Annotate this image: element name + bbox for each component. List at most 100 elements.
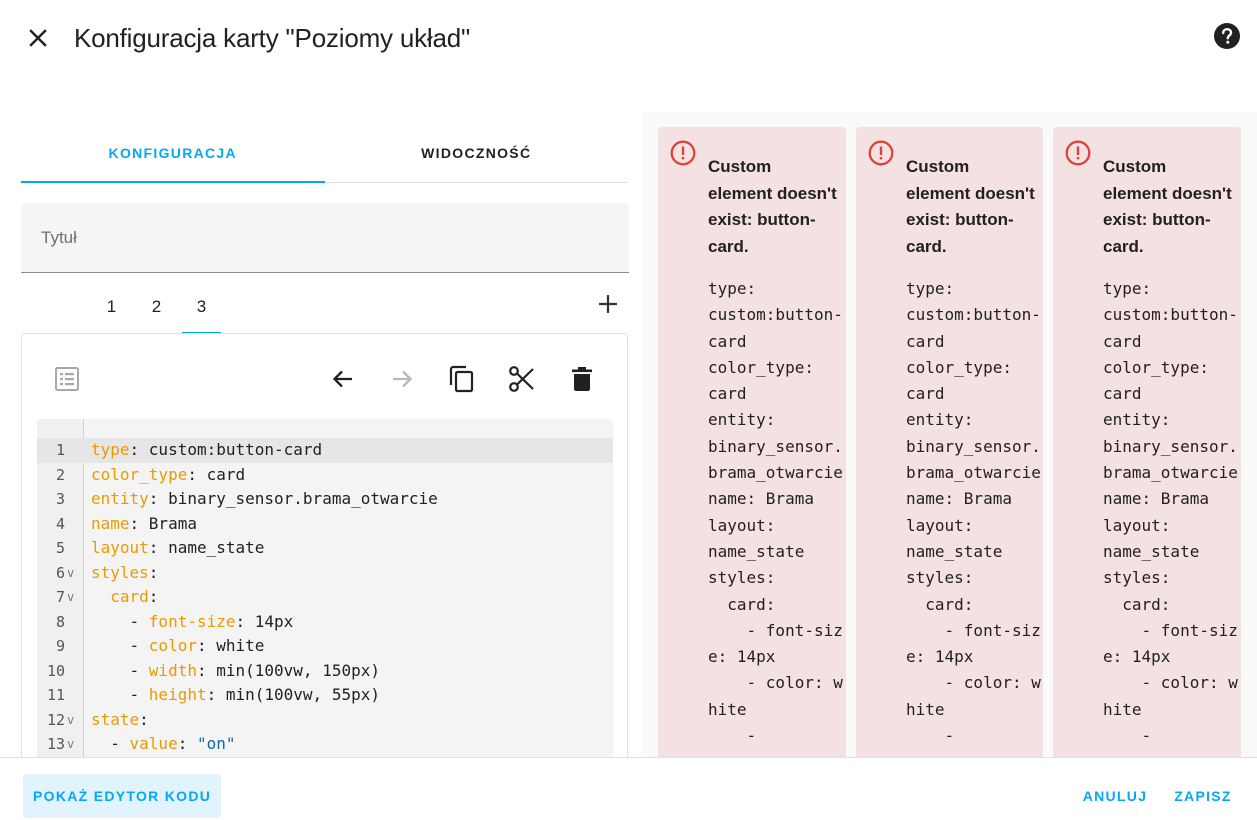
code-line: 5 layout: name_state xyxy=(37,536,613,561)
card-subtabs: 1 2 3 xyxy=(89,280,224,334)
error-title: Custom element doesn't exist: button-car… xyxy=(906,157,1035,256)
code-line: 13 v - value: "on" xyxy=(37,732,613,757)
error-title: Custom element doesn't exist: button-car… xyxy=(1103,157,1232,256)
subtab-card-3[interactable]: 3 xyxy=(179,280,224,334)
yaml-value: name_state xyxy=(168,538,265,557)
code-line: 6 v styles: xyxy=(37,561,613,586)
card-preview: Custom element doesn't exist: button-car… xyxy=(641,112,1257,758)
alert-circle-icon xyxy=(670,140,696,166)
fold-toggle-icon[interactable]: v xyxy=(67,708,74,733)
error-yaml: type: custom:button-card color_type: car… xyxy=(906,279,1041,746)
config-tabs: Konfiguracja Widoczność xyxy=(21,124,628,183)
yaml-key: type xyxy=(91,440,130,459)
close-icon xyxy=(29,29,47,47)
yaml-key: color xyxy=(148,636,197,655)
line-number: 6 xyxy=(55,563,65,582)
yaml-key: value xyxy=(129,734,178,753)
error-card: Custom element doesn't exist: button-car… xyxy=(1053,127,1241,758)
line-number: 8 xyxy=(55,612,65,631)
cancel-button[interactable]: Anuluj xyxy=(1074,774,1156,818)
tab-configuration[interactable]: Konfiguracja xyxy=(21,124,325,183)
code-line: 11 - height: min(100vw, 55px) xyxy=(37,683,613,708)
code-text: layout: name_state xyxy=(91,538,265,557)
line-number: 5 xyxy=(55,539,65,557)
fold-toggle-icon[interactable]: v xyxy=(67,732,74,757)
line-number: 9 xyxy=(55,637,65,655)
line-number: 11 xyxy=(46,686,65,704)
title-field-container xyxy=(21,203,629,273)
show-code-editor-button[interactable]: Pokaż edytor kodu xyxy=(23,774,222,818)
line-number: 4 xyxy=(55,514,65,533)
code-line: 10 - width: min(100vw, 150px) xyxy=(37,659,613,684)
line-number: 10 xyxy=(46,661,65,680)
code-text: color_type: card xyxy=(91,464,246,484)
yaml-value: 14px xyxy=(254,611,294,631)
form-editor-button[interactable] xyxy=(51,363,83,395)
code-text: type: custom:button-card xyxy=(91,440,323,459)
plus-icon xyxy=(599,295,617,313)
fold-toggle-icon[interactable]: v xyxy=(67,561,74,586)
code-line: 2 color_type: card xyxy=(37,463,613,488)
error-title: Custom element doesn't exist: button-car… xyxy=(708,157,837,256)
delete-button[interactable] xyxy=(566,363,598,395)
line-number: 12 xyxy=(46,710,65,729)
code-line: 3 entity: binary_sensor.brama_otwarcie xyxy=(37,487,613,512)
yaml-key: height xyxy=(148,685,207,704)
line-number: 3 xyxy=(55,490,65,508)
yaml-code-editor[interactable]: 1 type: custom:button-card 2 color_type: ca… xyxy=(37,419,613,763)
arrow-left-icon xyxy=(332,370,352,388)
yaml-value: Brama xyxy=(148,513,197,533)
yaml-key: entity xyxy=(91,489,149,508)
line-number: 1 xyxy=(55,441,65,459)
subtab-card-2[interactable]: 2 xyxy=(134,280,179,334)
move-right-button[interactable] xyxy=(386,363,418,395)
line-number: 2 xyxy=(55,465,65,484)
move-left-button[interactable] xyxy=(327,363,359,395)
save-button[interactable]: Zapisz xyxy=(1164,774,1242,818)
code-line: 9 - color: white xyxy=(37,634,613,659)
yaml-key: font-size xyxy=(148,611,236,631)
code-text: - font-size: 14px xyxy=(91,611,294,631)
error-card: Custom element doesn't exist: button-car… xyxy=(658,127,846,758)
error-yaml: type: custom:button-card color_type: car… xyxy=(1103,279,1238,746)
yaml-key: layout xyxy=(91,538,149,557)
error-card: Custom element doesn't exist: button-car… xyxy=(856,127,1043,758)
yaml-key: styles xyxy=(91,562,149,582)
error-yaml: type: custom:button-card color_type: car… xyxy=(708,279,843,746)
line-number: 13 xyxy=(46,735,65,753)
close-button[interactable] xyxy=(22,22,54,54)
code-text: state: xyxy=(91,709,149,729)
yaml-key: state xyxy=(91,709,140,729)
form-editor-icon xyxy=(55,367,79,391)
card-editor: 1 type: custom:button-card 2 color_type: ca… xyxy=(21,333,628,763)
subtab-card-1[interactable]: 1 xyxy=(89,280,134,334)
copy-button[interactable] xyxy=(446,363,478,395)
fold-toggle-icon[interactable]: v xyxy=(67,585,74,610)
yaml-value: binary_sensor.brama_otwarcie xyxy=(168,489,438,508)
code-text: entity: binary_sensor.brama_otwarcie xyxy=(91,489,438,508)
cut-icon xyxy=(509,366,534,392)
code-line: 1 type: custom:button-card xyxy=(37,438,613,463)
copy-icon xyxy=(449,365,474,393)
yaml-key: name xyxy=(91,513,130,533)
alert-circle-icon xyxy=(1065,140,1091,166)
arrow-right-icon xyxy=(393,370,413,388)
add-card-button[interactable] xyxy=(592,288,624,320)
code-line: 8 - font-size: 14px xyxy=(37,610,613,635)
help-button[interactable] xyxy=(1211,20,1243,52)
cut-button[interactable] xyxy=(506,363,538,395)
yaml-value: card xyxy=(206,464,246,484)
yaml-key: width xyxy=(148,660,197,680)
code-text: card: xyxy=(110,587,159,606)
yaml-value: min(100vw, 150px) xyxy=(216,660,380,680)
yaml-key: color_type xyxy=(91,464,188,484)
yaml-value: custom:button-card xyxy=(148,440,323,459)
code-text: - value: "on" xyxy=(91,734,236,753)
code-text: - width: min(100vw, 150px) xyxy=(91,660,380,680)
title-input[interactable] xyxy=(21,203,629,272)
code-line: 12 v state: xyxy=(37,708,613,733)
tab-visibility[interactable]: Widoczność xyxy=(325,124,629,182)
code-text: - height: min(100vw, 55px) xyxy=(91,685,380,704)
yaml-key: card xyxy=(110,587,149,606)
line-number: 7 xyxy=(55,588,65,606)
